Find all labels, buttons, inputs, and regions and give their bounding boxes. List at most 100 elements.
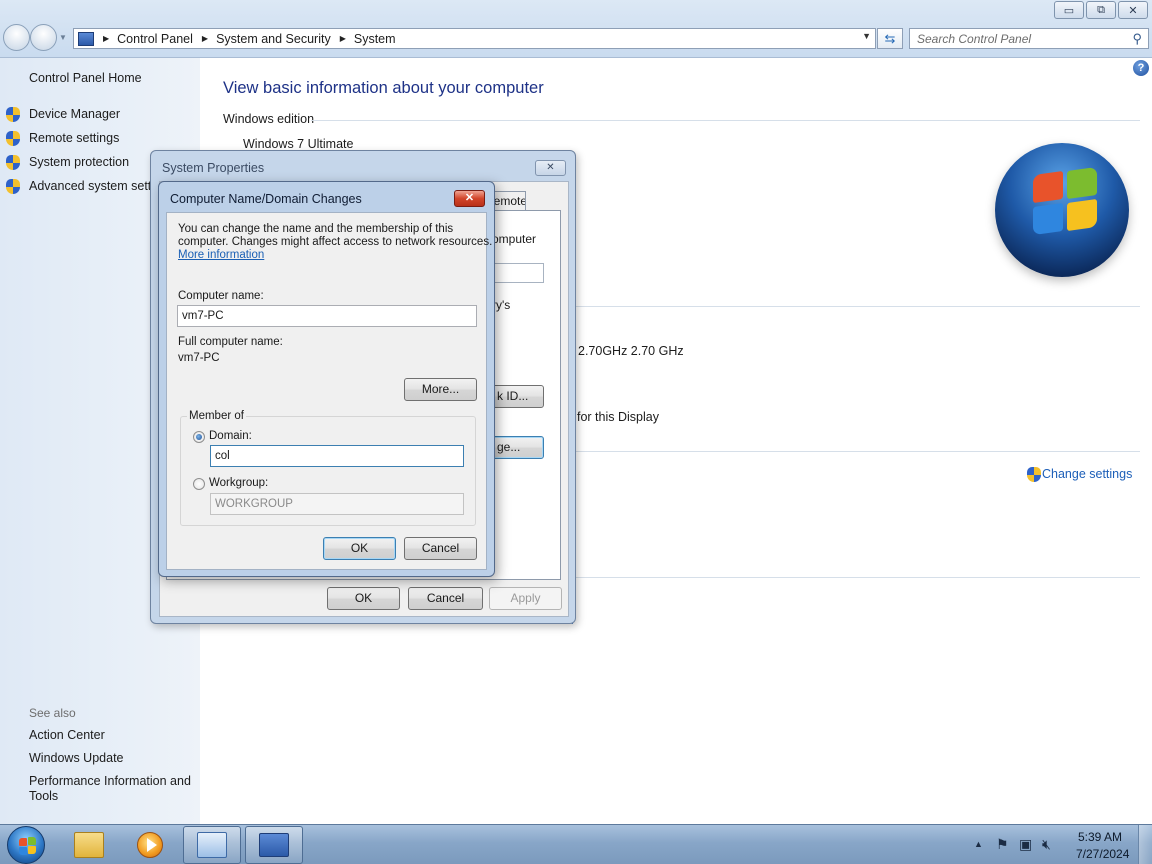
address-bar[interactable]: ▶ Control Panel ▶ System and Security ▶ … — [73, 28, 876, 49]
folder-icon — [74, 832, 104, 858]
action-center-flag-icon[interactable]: ⚑ — [996, 836, 1009, 853]
domain-radio[interactable] — [193, 431, 205, 443]
description-field[interactable] — [492, 263, 544, 283]
clock-date[interactable]: 7/27/2024 — [1076, 847, 1129, 861]
window-chrome: ▭ ⧉ ✕ ▼ ▶ Control Panel ▶ System and Sec… — [0, 0, 1152, 58]
start-button[interactable] — [7, 826, 45, 864]
page-title: View basic information about your comput… — [223, 79, 544, 97]
system-protection-link[interactable]: System protection — [29, 155, 129, 169]
uac-shield-icon — [6, 131, 21, 147]
clock-time[interactable]: 5:39 AM — [1078, 830, 1122, 844]
full-computer-name-label: Full computer name: — [178, 336, 283, 348]
chevron-right-icon[interactable]: ▶ — [340, 34, 346, 43]
close-window-button[interactable]: ✕ — [1118, 1, 1148, 19]
close-button[interactable]: ✕ — [535, 160, 566, 176]
taskbar-item-system-properties[interactable] — [245, 826, 303, 864]
action-center-link[interactable]: Action Center — [29, 728, 105, 742]
taskbar: ▲ ⚑ ▣ 🔇︎ 5:39 AM 7/27/2024 — [0, 824, 1152, 864]
apply-button[interactable]: Apply — [489, 587, 562, 610]
control-panel-home-link[interactable]: Control Panel Home — [29, 71, 142, 85]
taskbar-item-control-panel[interactable] — [183, 826, 241, 864]
breadcrumb-system-and-security[interactable]: System and Security — [216, 32, 331, 46]
search-box[interactable]: ⚲ — [909, 28, 1149, 49]
play-icon — [147, 838, 157, 852]
navigation-buttons: ▼ — [3, 24, 67, 51]
dialog-title: System Properties — [162, 161, 265, 175]
search-icon[interactable]: ⚲ — [1132, 31, 1142, 47]
workgroup-label: Workgroup: — [209, 477, 269, 489]
uac-shield-icon — [1027, 467, 1042, 483]
dialog-body: You can change the name and the membersh… — [166, 212, 492, 570]
taskbar-item-media-player[interactable] — [121, 826, 179, 864]
divider — [576, 306, 1140, 307]
tab-text-partial: omputer — [492, 232, 537, 246]
uac-shield-icon — [6, 155, 21, 171]
windows-update-link[interactable]: Windows Update — [29, 751, 124, 765]
processor-speed: 2.70GHz 2.70 GHz — [578, 344, 684, 358]
tab-remote[interactable]: Remote — [493, 191, 526, 211]
intro-text-line2: computer. Changes might affect access to… — [178, 236, 493, 248]
uac-shield-icon — [6, 107, 21, 123]
member-of-group: Member of Domain: Workgroup: — [180, 410, 476, 526]
caption-buttons: ▭ ⧉ ✕ — [1054, 1, 1148, 19]
maximize-button[interactable]: ⧉ — [1086, 1, 1116, 19]
back-button[interactable] — [3, 24, 30, 51]
domain-field[interactable] — [210, 445, 464, 467]
computer-name-label: Computer name: — [178, 290, 264, 302]
control-panel-icon — [78, 31, 94, 46]
logo-flag-red — [1033, 170, 1063, 204]
display-info: for this Display — [577, 410, 659, 424]
more-button[interactable]: More... — [404, 378, 477, 401]
computer-icon — [259, 833, 289, 857]
change-settings-link[interactable]: Change settings — [1042, 467, 1132, 481]
ok-button[interactable]: OK — [323, 537, 396, 560]
breadcrumb-control-panel[interactable]: Control Panel — [117, 32, 193, 46]
forward-button[interactable] — [30, 24, 57, 51]
start-flag-green — [28, 837, 36, 845]
start-flag-blue — [19, 847, 27, 855]
change-button[interactable]: ge... — [492, 436, 544, 459]
chevron-down-icon[interactable]: ▼ — [862, 31, 871, 41]
cancel-button[interactable]: Cancel — [404, 537, 477, 560]
cancel-button[interactable]: Cancel — [408, 587, 483, 610]
network-id-button[interactable]: k ID... — [492, 385, 544, 408]
more-information-link[interactable]: More information — [178, 249, 264, 261]
breadcrumb-system[interactable]: System — [354, 32, 396, 46]
uac-shield-icon — [6, 179, 21, 195]
start-flag-red — [19, 838, 27, 846]
divider — [576, 451, 1140, 452]
chevron-right-icon[interactable]: ▶ — [202, 34, 208, 43]
logo-flag-green — [1067, 166, 1097, 200]
show-hidden-icons-icon[interactable]: ▲ — [974, 839, 983, 849]
windows-logo-icon — [995, 143, 1129, 277]
start-flag-yellow — [28, 846, 36, 854]
workgroup-field[interactable] — [210, 493, 464, 515]
close-button[interactable]: ✕ — [454, 190, 485, 207]
computer-name-domain-dialog: Computer Name/Domain Changes ✕ You can c… — [158, 181, 495, 577]
ok-button[interactable]: OK — [327, 587, 400, 610]
performance-information-link[interactable]: Performance Information and Tools — [29, 774, 194, 804]
volume-muted-icon[interactable]: 🔇︎ — [1042, 836, 1051, 853]
computer-name-field[interactable] — [177, 305, 477, 327]
minimize-button[interactable]: ▭ — [1054, 1, 1084, 19]
show-desktop-button[interactable] — [1138, 825, 1152, 864]
chevron-right-icon[interactable]: ▶ — [103, 34, 109, 43]
refresh-button[interactable]: ⇆ — [877, 28, 903, 49]
search-input[interactable] — [910, 29, 1120, 48]
windows-edition-heading: Windows edition — [223, 112, 315, 126]
control-panel-icon — [197, 832, 227, 858]
network-icon[interactable]: ▣ — [1019, 836, 1032, 853]
logo-flag-yellow — [1067, 198, 1097, 232]
divider — [311, 120, 1140, 121]
divider — [576, 577, 1140, 578]
remote-settings-link[interactable]: Remote settings — [29, 131, 119, 145]
device-manager-link[interactable]: Device Manager — [29, 107, 120, 121]
dialog-title: Computer Name/Domain Changes — [170, 192, 362, 206]
taskbar-item-windows-explorer[interactable] — [60, 826, 118, 864]
recent-pages-icon[interactable]: ▼ — [59, 33, 67, 51]
windows-edition-value: Windows 7 Ultimate — [243, 137, 354, 151]
help-icon[interactable]: ? — [1133, 60, 1149, 76]
logo-flag-blue — [1033, 202, 1063, 236]
intro-text-line1: You can change the name and the membersh… — [178, 223, 454, 235]
workgroup-radio[interactable] — [193, 478, 205, 490]
